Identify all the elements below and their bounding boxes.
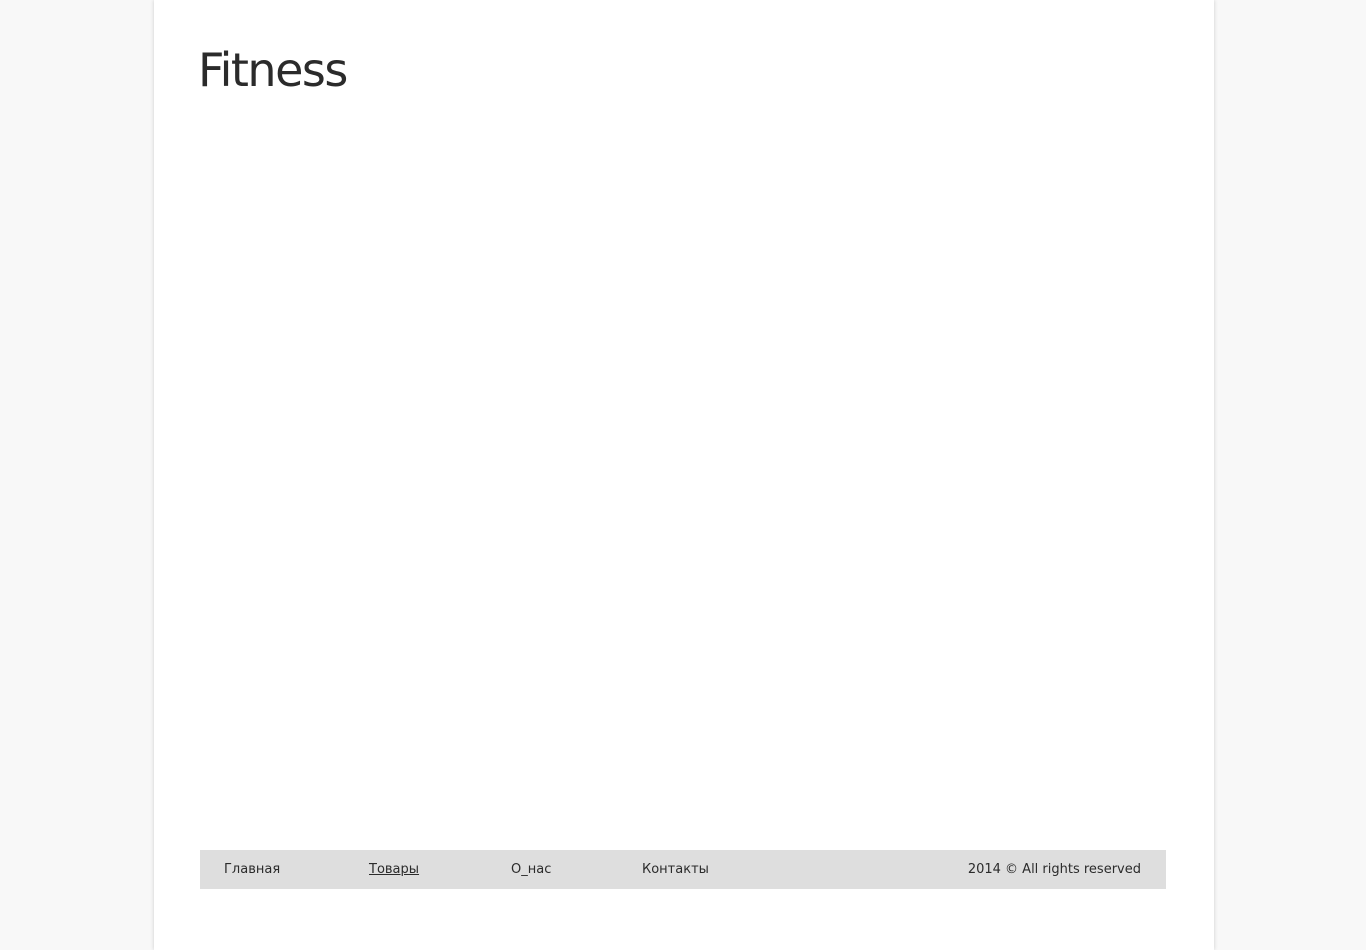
footer-nav-contacts[interactable]: Контакты [642,850,709,889]
page-container: Fitness Главная Товары О_нас Контакты 20… [154,0,1214,950]
footer-nav-about[interactable]: О_нас [511,850,551,889]
site-logo[interactable]: Fitness [198,42,348,98]
footer-bar: Главная Товары О_нас Контакты 2014 © All… [200,850,1166,889]
footer-nav-products[interactable]: Товары [369,850,419,889]
copyright-text: 2014 © All rights reserved [967,862,1141,877]
footer-nav-home[interactable]: Главная [224,850,280,889]
